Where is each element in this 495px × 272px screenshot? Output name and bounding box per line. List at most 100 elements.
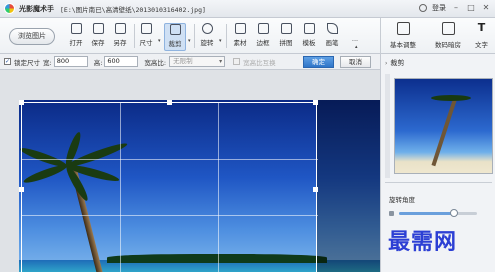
tool-label: 另存	[113, 39, 127, 47]
crop-outside-shade	[317, 100, 380, 272]
app-logo-icon	[4, 3, 15, 14]
brush-icon	[326, 23, 338, 34]
crop-selection-box[interactable]	[19, 100, 318, 272]
more-icon	[350, 23, 361, 34]
preview-thumbnail	[394, 78, 493, 174]
tool-template-button[interactable]: 模板	[299, 23, 319, 51]
tool-label: 文字	[475, 41, 488, 49]
panel-divider	[385, 182, 492, 183]
minimize-button[interactable]: –	[451, 3, 461, 13]
preview-scrollbar[interactable]	[385, 74, 390, 178]
tool-label: 裁剪	[168, 40, 182, 48]
login-link[interactable]: 登录	[432, 3, 446, 13]
darkroom-icon	[441, 22, 455, 35]
tool-label: 模板	[302, 39, 316, 47]
open-icon	[70, 23, 82, 34]
crop-grid-line	[22, 159, 318, 160]
tool-save-button[interactable]: 保存	[88, 23, 108, 51]
close-button[interactable]: ✕	[481, 3, 491, 13]
crop-handle-left[interactable]	[19, 187, 24, 192]
swap-ratio-label: 宽高比互换	[243, 58, 276, 67]
height-input[interactable]: 600	[104, 56, 139, 67]
rotate-icon	[201, 23, 213, 34]
crop-grid-line	[22, 215, 318, 216]
ratio-label: 宽高比:	[144, 58, 167, 67]
basic-adjust-icon	[396, 22, 410, 35]
tool-material-button[interactable]: 素材	[230, 23, 250, 51]
rotate-angle-label: 旋转角度	[389, 196, 415, 204]
crop-grid-line	[218, 103, 219, 272]
darkroom-button[interactable]: 数码暗房	[426, 22, 470, 52]
tool-crop-button[interactable]: 裁剪	[164, 23, 186, 51]
slider-min-icon	[389, 211, 394, 216]
tool-label: 画笔	[325, 39, 339, 47]
tool-brush-button[interactable]: 画笔	[322, 23, 342, 51]
save-as-icon	[114, 23, 126, 34]
crop-section-title: 裁剪	[390, 59, 405, 67]
image-canvas[interactable]	[0, 70, 380, 272]
slider-knob[interactable]	[449, 209, 458, 217]
rotate-dropdown-caret-icon[interactable]: ▾	[219, 38, 222, 44]
resize-icon	[140, 23, 152, 34]
material-icon	[234, 23, 246, 34]
thumb-palm-trunk	[431, 98, 457, 167]
toolbar-separator	[194, 24, 195, 48]
crop-dropdown-caret-icon[interactable]: ▾	[188, 38, 191, 44]
tool-collage-button[interactable]: 拼图	[276, 23, 296, 51]
template-icon	[303, 23, 315, 34]
collage-icon	[280, 23, 292, 34]
tool-label: 拼图	[279, 39, 293, 47]
toolbar-separator	[134, 24, 135, 48]
collapse-arrow-icon: ›	[385, 59, 388, 67]
rotate-angle-slider[interactable]	[399, 212, 477, 215]
title-bar: 光影魔术手 [E:\图片南已\高清壁纸\2013010316402.jpg] 登…	[0, 0, 495, 18]
cancel-button[interactable]: 取消	[340, 56, 371, 68]
app-name: 光影魔术手	[19, 4, 54, 13]
text-tool-button[interactable]: T 文字	[468, 22, 495, 52]
tool-label: 素材	[233, 39, 247, 47]
tool-label: 数码暗房	[435, 41, 461, 49]
tool-label: 保存	[91, 39, 105, 47]
tool-open-button[interactable]: 打开	[66, 23, 86, 51]
crop-handle-top[interactable]	[167, 100, 172, 105]
confirm-button[interactable]: 确定	[303, 56, 334, 68]
width-label: 宽:	[43, 58, 52, 67]
file-path: [E:\图片南已\高清壁纸\2013010316402.jpg]	[60, 5, 206, 14]
tool-rotate-button[interactable]: 旋转	[197, 23, 217, 51]
watermark-text: 最需网	[388, 229, 458, 255]
crop-icon	[169, 24, 181, 35]
browse-images-button[interactable]: 浏览图片	[9, 28, 55, 45]
crop-options-bar: ✓ 锁定尺寸 宽: 800 高: 600 宽高比: 无限制 宽高比互换 确定 取…	[0, 54, 380, 70]
thumb-palm-frond	[431, 95, 471, 101]
toolbar-separator	[226, 24, 227, 48]
tool-label: 旋转	[200, 39, 214, 47]
more-dropdown-caret-icon[interactable]: ▴	[355, 44, 358, 50]
basic-adjust-button[interactable]: 基本调整	[381, 22, 425, 52]
tool-label: 边框	[256, 39, 270, 47]
height-label: 高:	[93, 58, 103, 67]
tool-resize-button[interactable]: 尺寸	[136, 23, 156, 51]
crop-handle-right[interactable]	[313, 187, 318, 192]
tool-label: 打开	[69, 39, 83, 47]
tool-save-as-button[interactable]: 另存	[110, 23, 130, 51]
border-icon	[257, 23, 269, 34]
text-icon: T	[477, 21, 486, 34]
resize-dropdown-caret-icon[interactable]: ▾	[158, 38, 161, 44]
crop-handle-top-left[interactable]	[19, 100, 24, 105]
crop-grid-line	[120, 103, 121, 272]
maximize-button[interactable]: □	[466, 3, 476, 13]
tool-label: 基本调整	[390, 41, 416, 49]
ratio-select[interactable]: 无限制	[169, 56, 226, 67]
width-input[interactable]: 800	[53, 56, 88, 67]
tool-border-button[interactable]: 边框	[253, 23, 273, 51]
main-toolbar: 浏览图片 打开 保存 另存 尺寸 ▾ 裁剪 ▾ 旋转 ▾ 素材 边框 拼图 模板…	[0, 18, 495, 54]
slider-fill	[399, 212, 454, 215]
crop-handle-top-right[interactable]	[313, 100, 318, 105]
swap-ratio-checkbox[interactable]	[233, 58, 241, 65]
lock-size-label: 锁定尺寸	[14, 58, 40, 67]
crop-section-header[interactable]: › 裁剪	[385, 58, 404, 68]
lock-size-checkbox[interactable]: ✓	[4, 58, 11, 65]
tool-label: 尺寸	[139, 39, 153, 47]
save-icon	[92, 23, 104, 34]
user-icon[interactable]	[419, 4, 427, 12]
